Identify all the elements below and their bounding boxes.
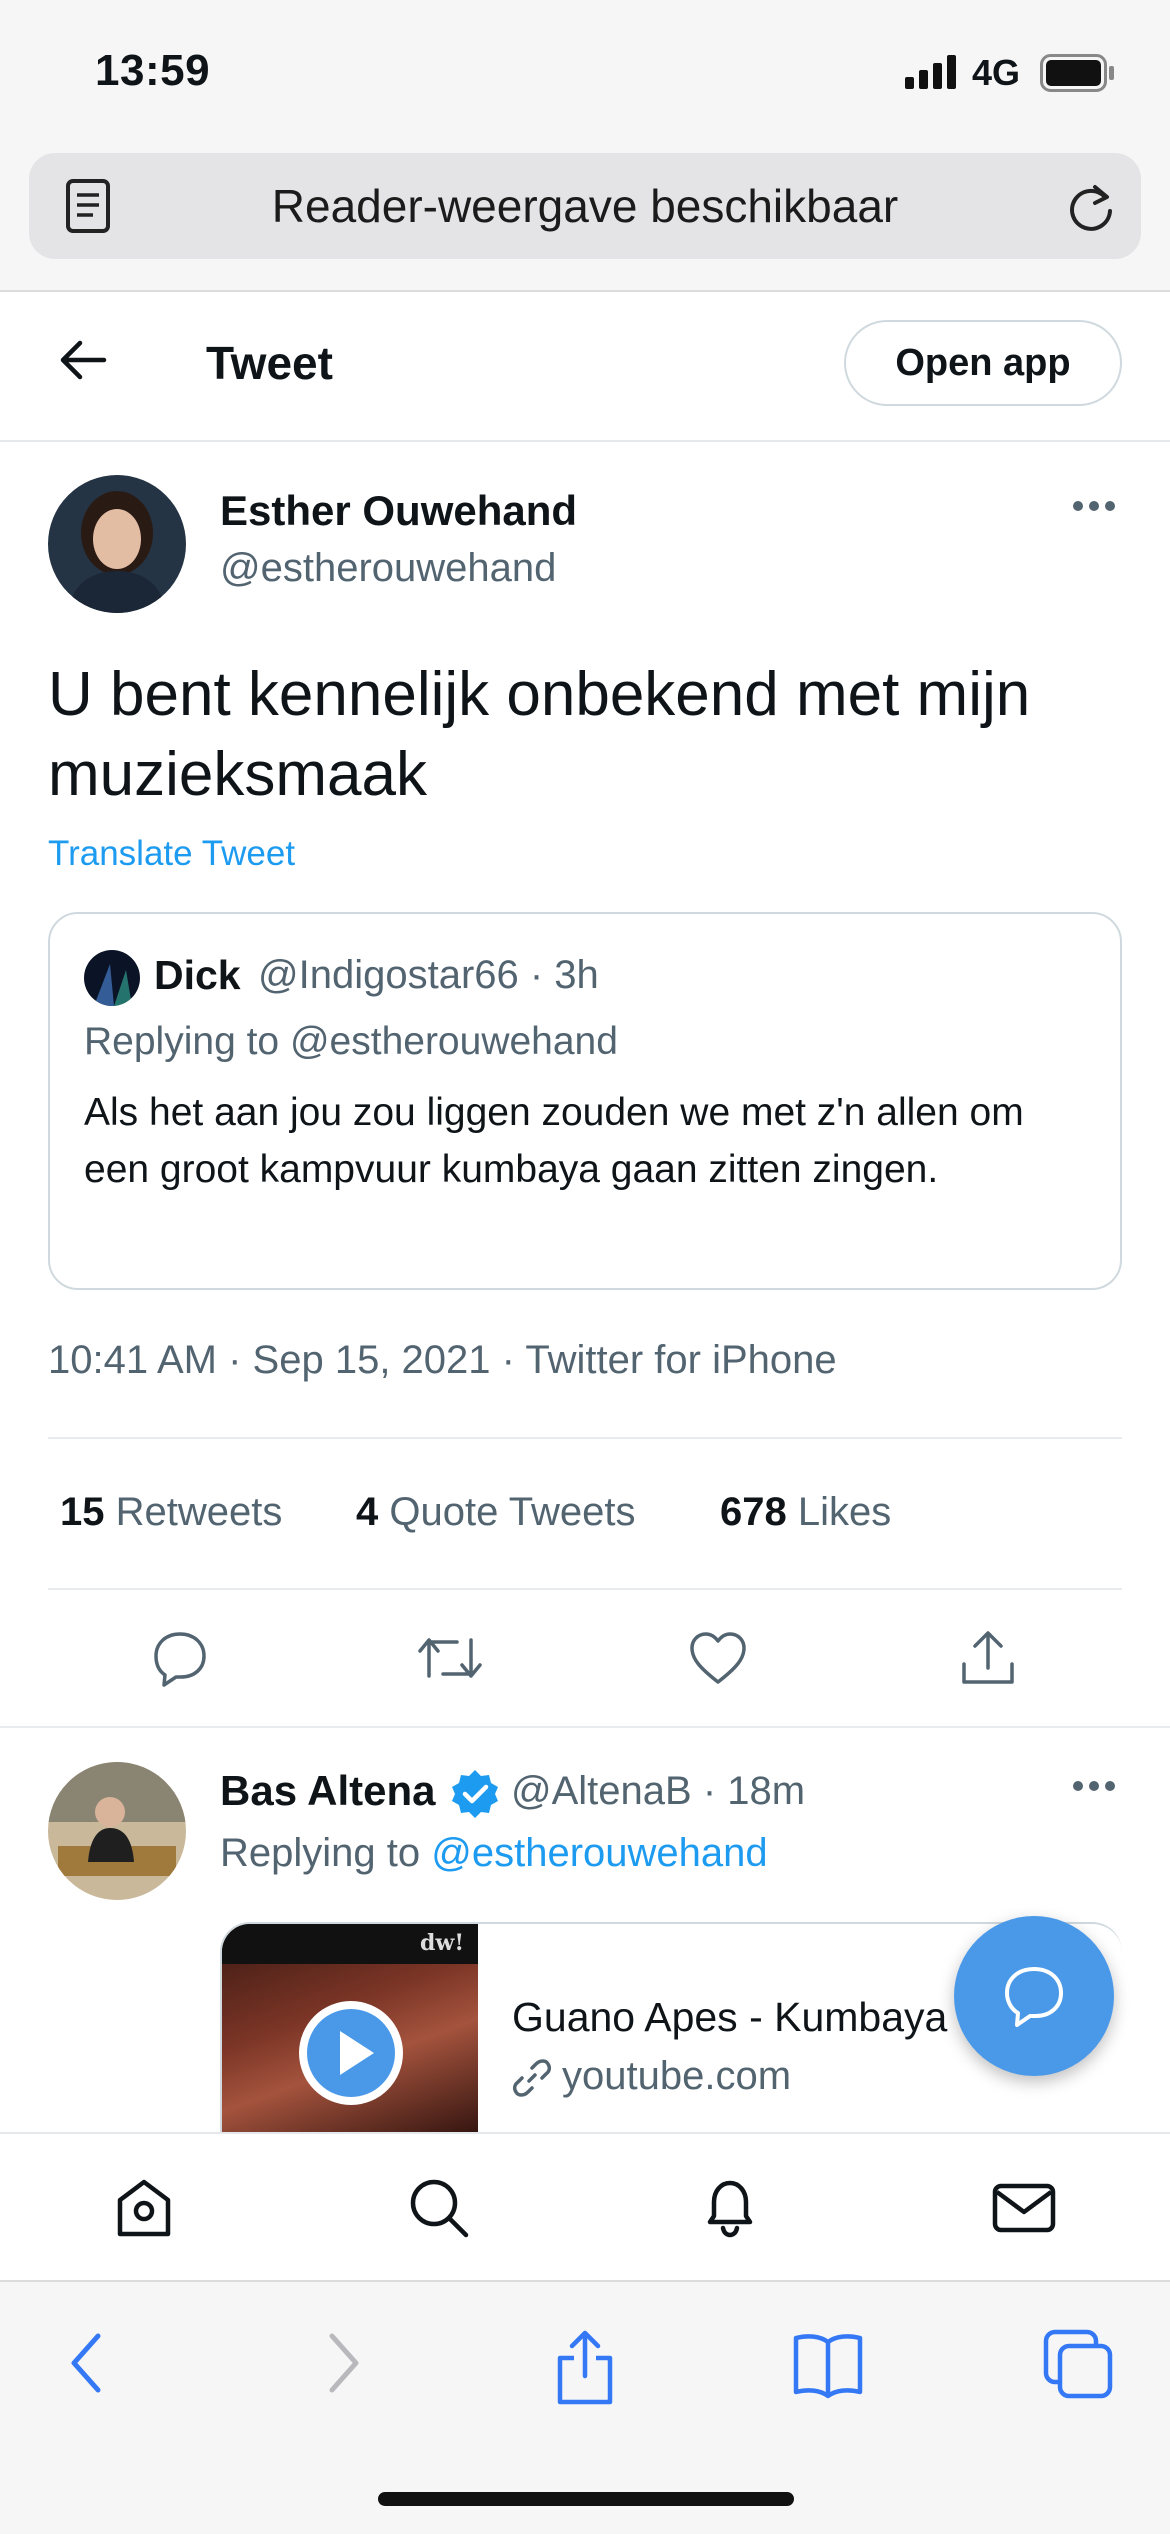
battery-icon xyxy=(1040,54,1116,92)
retweet-icon[interactable] xyxy=(415,1628,485,1688)
heart-icon[interactable] xyxy=(688,1628,748,1688)
browser-share-icon[interactable] xyxy=(550,2328,620,2408)
twitter-bottom-nav xyxy=(0,2132,1170,2282)
browser-top-chrome: 13:59 4G Reader-weergave beschikbaar xyxy=(0,0,1170,292)
reply-handle-time: @AltenaB · 18m xyxy=(511,1769,806,1813)
home-indicator[interactable] xyxy=(378,2492,794,2506)
mail-icon[interactable] xyxy=(990,2176,1058,2240)
compose-reply-icon xyxy=(1005,1967,1063,2027)
tweet-header: Tweet Open app xyxy=(0,292,1170,442)
divider xyxy=(48,1588,1122,1590)
quoted-replying-to: Replying to @estherouwehand xyxy=(84,1020,618,1063)
reload-icon[interactable] xyxy=(1065,179,1117,235)
divider xyxy=(48,1437,1122,1439)
quoted-handle-time: @Indigostar66 · 3h xyxy=(258,953,599,997)
more-icon[interactable] xyxy=(1072,500,1116,512)
tweet-text: U bent kennelijk onbekend met mijn muzie… xyxy=(48,660,1031,809)
author-name[interactable]: Esther Ouwehand xyxy=(220,487,577,535)
verified-badge-icon xyxy=(450,1768,500,1818)
reply-author-name[interactable]: Bas Altena xyxy=(220,1767,436,1815)
retweets-label: Retweets xyxy=(115,1490,283,1534)
back-arrow-icon[interactable] xyxy=(58,338,108,382)
open-app-button[interactable]: Open app xyxy=(844,320,1122,406)
quote-tweets-stat[interactable]: 4 Quote Tweets xyxy=(356,1490,635,1535)
tabs-icon[interactable] xyxy=(1042,2328,1114,2400)
link-domain: youtube.com xyxy=(562,2054,792,2098)
tweet-timestamp: 10:41 AM · Sep 15, 2021 · Twitter for iP… xyxy=(48,1338,837,1382)
retweets-stat[interactable]: 15 Retweets xyxy=(60,1490,282,1535)
signal-icon xyxy=(905,55,959,89)
quote-tweets-label: Quote Tweets xyxy=(389,1490,636,1534)
browser-forward-icon[interactable] xyxy=(318,2328,368,2398)
reader-icon[interactable] xyxy=(65,178,111,234)
likes-stat[interactable]: 678 Likes xyxy=(720,1490,891,1535)
quoted-tweet-text: Als het aan jou zou liggen zouden we met… xyxy=(84,1091,1024,1191)
network-label: 4G xyxy=(972,52,1021,93)
quoted-author-name: Dick xyxy=(154,952,241,998)
reply-author-avatar[interactable] xyxy=(48,1762,186,1900)
play-icon[interactable] xyxy=(296,1998,406,2108)
bell-icon[interactable] xyxy=(698,2176,762,2240)
compose-reply-button[interactable] xyxy=(954,1916,1114,2076)
home-icon[interactable] xyxy=(112,2176,176,2240)
page-title: Tweet xyxy=(206,337,333,389)
reply-replying-to: Replying to @estherouwehand xyxy=(220,1831,768,1876)
bookmarks-icon[interactable] xyxy=(790,2328,866,2400)
replying-prefix: Replying to xyxy=(220,1831,421,1875)
retweets-count: 15 xyxy=(60,1490,105,1534)
link-icon xyxy=(512,2058,552,2098)
likes-count: 678 xyxy=(720,1490,787,1534)
quoted-tweet-card[interactable]: Dick @Indigostar66 · 3h Replying to @est… xyxy=(48,912,1122,1290)
url-bar[interactable]: Reader-weergave beschikbaar xyxy=(29,153,1141,259)
divider xyxy=(0,1726,1170,1728)
browser-back-icon[interactable] xyxy=(62,2328,112,2398)
author-avatar[interactable] xyxy=(48,475,186,613)
link-title: Guano Apes - Kumbaya xyxy=(512,1994,948,2040)
reply-icon[interactable] xyxy=(150,1628,210,1688)
more-icon[interactable] xyxy=(1072,1780,1116,1792)
translate-tweet-link[interactable]: Translate Tweet xyxy=(48,834,295,874)
search-icon[interactable] xyxy=(407,2176,471,2240)
video-thumbnail[interactable]: dw! xyxy=(222,1924,478,2142)
author-handle[interactable]: @estherouwehand xyxy=(220,546,556,591)
likes-label: Likes xyxy=(797,1490,892,1534)
replying-handle-link[interactable]: @estherouwehand xyxy=(431,1831,767,1875)
status-time: 13:59 xyxy=(95,46,211,95)
url-bar-text: Reader-weergave beschikbaar xyxy=(271,180,899,232)
thumbnail-brand: dw! xyxy=(420,1930,464,1956)
share-icon[interactable] xyxy=(958,1628,1018,1688)
quote-tweets-count: 4 xyxy=(356,1490,379,1534)
quoted-author-avatar xyxy=(84,950,140,1006)
